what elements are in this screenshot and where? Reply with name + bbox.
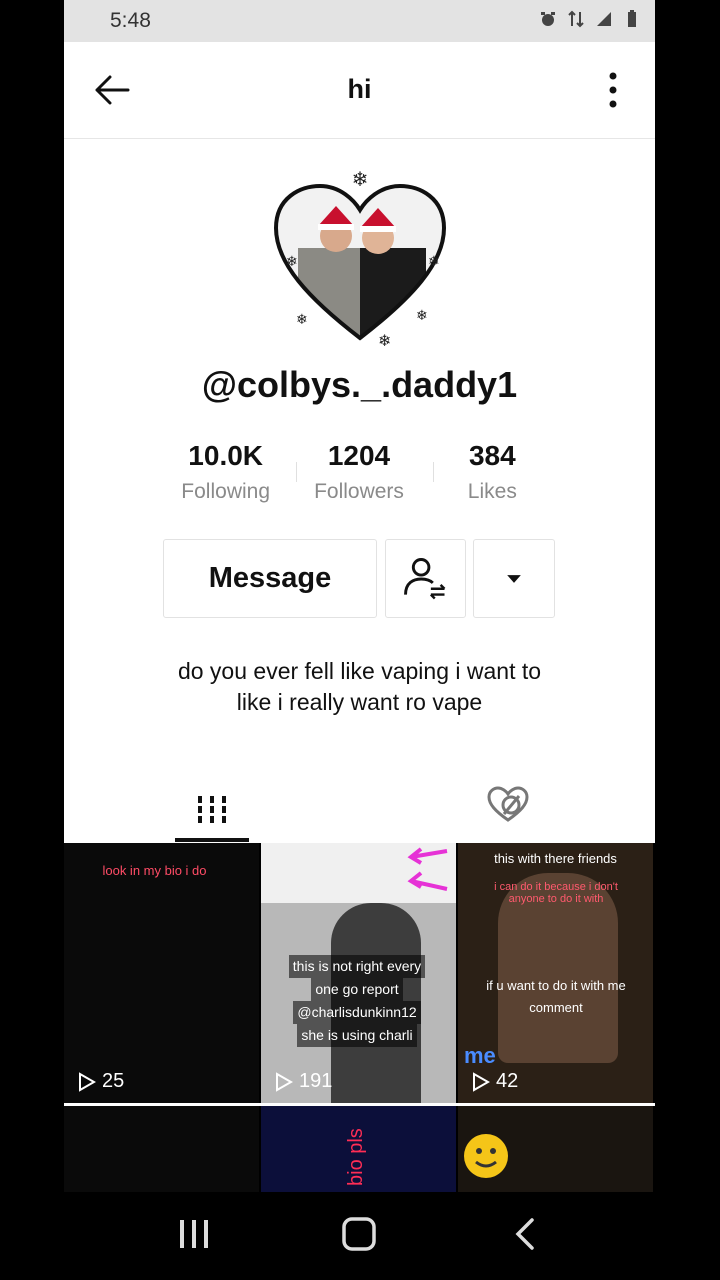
video-thumbnail[interactable]: bio pls [261,1106,456,1192]
alarm-icon [541,12,555,26]
svg-text:❄: ❄ [416,308,428,324]
active-tab-indicator [175,838,249,842]
top-bar: hi [64,42,655,139]
video-thumbnail[interactable]: this with there friends i can do it beca… [458,843,653,1103]
video-caption: look in my bio i do [102,863,207,878]
overlay-line: one go report [311,978,403,1001]
play-icon [79,1071,96,1092]
overlay-line: she is using charli [297,1024,417,1047]
stat-likes: 384 Likes [426,440,559,504]
stat-likes-label: Likes [467,480,517,503]
view-count-value: 25 [102,1070,125,1092]
smiley-emoji-icon [464,1134,508,1178]
stat-followers-count: 1204 [327,440,391,471]
video-thumbnail[interactable]: this is not right every one go report @c… [261,843,456,1103]
page-title: hi [347,74,372,104]
stat-divider [433,462,434,482]
video-thumbnail[interactable] [64,1106,259,1192]
play-icon [473,1071,490,1092]
view-count-value: 191 [299,1070,333,1092]
view-count-value: 42 [496,1070,519,1092]
stat-following[interactable]: 10.0K Following [159,440,292,504]
stat-followers-label: Followers [314,480,404,503]
status-icons [539,10,641,28]
stat-likes-count: 384 [468,440,516,471]
back-nav-icon[interactable] [506,1214,546,1254]
bio-line: like i really want ro vape [236,689,483,715]
liked-hidden-tab-icon[interactable] [485,784,531,828]
more-dropdown-button[interactable] [473,539,555,618]
video-top-text: this with there friends [494,851,617,866]
view-count: 42 [472,1070,518,1093]
profile-avatar[interactable]: ❄ ❄ ❄ ❄ ❄ ❄ [268,168,452,352]
battery-icon [628,10,636,27]
video-low-text: if u want to do it with me comment [486,978,626,1015]
overlay-line: @charlisdunkinn12 [293,1001,421,1024]
caret-down-icon [507,575,521,583]
view-count: 25 [78,1070,124,1093]
arrows-sticker [407,847,448,891]
stat-following-count: 10.0K [188,440,264,471]
video-overlay-text: this is not right every one go report @c… [277,955,437,1047]
status-bar: 5:48 [64,0,655,42]
video-caption: bio pls [345,1128,367,1186]
videos-grid-tab-icon[interactable] [174,784,250,842]
play-icon [276,1071,293,1092]
svg-text:❄: ❄ [352,168,369,191]
video-thumbnail[interactable] [458,1106,653,1192]
video-thumbnail[interactable]: look in my bio i do 25 [64,843,259,1103]
video-grid: look in my bio i do 25 this is not right… [64,843,655,1192]
message-button[interactable]: Message [163,539,377,618]
follow-status-button[interactable] [385,539,466,618]
system-nav-bar [0,1192,720,1280]
stat-following-label: Following [181,480,271,503]
content-tabs [64,770,655,842]
status-time: 5:48 [110,9,151,32]
video-me-text: me [464,1043,496,1068]
profile-username: @colbys._.daddy1 [201,364,518,405]
svg-text:❄: ❄ [296,312,308,328]
svg-text:❄: ❄ [378,331,391,350]
overlay-line: this is not right every [288,955,426,978]
video-mid-text: i can do it because i don't anyone to do… [494,881,618,905]
bio-line: do you ever fell like vaping i want to [177,658,542,684]
stat-divider [296,462,297,482]
stat-followers[interactable]: 1204 Followers [292,440,425,504]
profile-bio: do you ever fell like vaping i want to l… [104,656,615,718]
svg-text:❄: ❄ [428,254,440,270]
recent-apps-icon[interactable] [174,1214,214,1254]
home-icon[interactable] [339,1214,379,1254]
view-count: 191 [275,1070,332,1093]
data-transfer-icon [568,10,584,28]
phone-screen: 5:48 hi ❄ ❄ ❄ ❄ ❄ ❄ @colbys._.daddy1 10.… [64,0,655,1192]
more-options-icon[interactable] [607,72,619,108]
signal-icon [597,12,611,26]
user-follow-icon [404,558,446,600]
svg-text:❄: ❄ [286,254,298,270]
profile-stats: 10.0K Following 1204 Followers 384 Likes [159,440,559,504]
